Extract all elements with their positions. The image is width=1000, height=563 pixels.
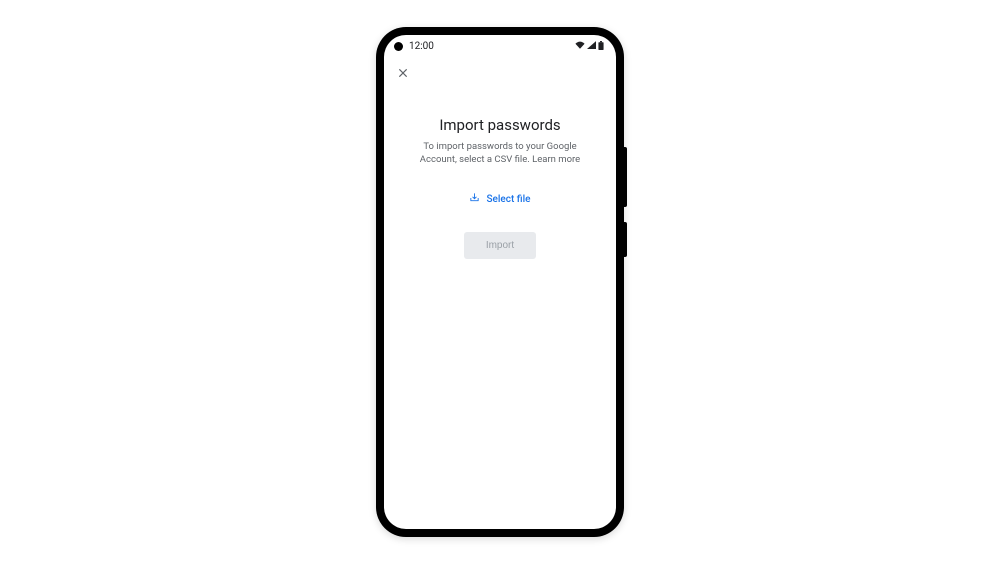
status-bar-right: [575, 41, 604, 53]
signal-icon: [587, 41, 596, 52]
status-time: 12:00: [409, 41, 434, 52]
status-bar: 12:00: [384, 35, 616, 57]
import-button[interactable]: Import: [464, 232, 536, 259]
phone-frame: 12:00 Import passwords To import pass: [376, 27, 624, 537]
select-file-label: Select file: [486, 194, 530, 205]
download-icon: [469, 192, 480, 206]
select-file-button[interactable]: Select file: [469, 192, 530, 206]
phone-screen: 12:00 Import passwords To import pass: [384, 35, 616, 529]
wifi-icon: [575, 41, 585, 52]
page-description: To import passwords to your Google Accou…: [404, 140, 596, 167]
page-title: Import passwords: [404, 116, 596, 134]
main-content: Import passwords To import passwords to …: [384, 92, 616, 260]
camera-hole: [394, 42, 403, 51]
battery-icon: [598, 41, 604, 53]
close-icon[interactable]: [396, 65, 410, 84]
app-bar: [384, 57, 616, 92]
status-bar-left: 12:00: [394, 41, 434, 52]
